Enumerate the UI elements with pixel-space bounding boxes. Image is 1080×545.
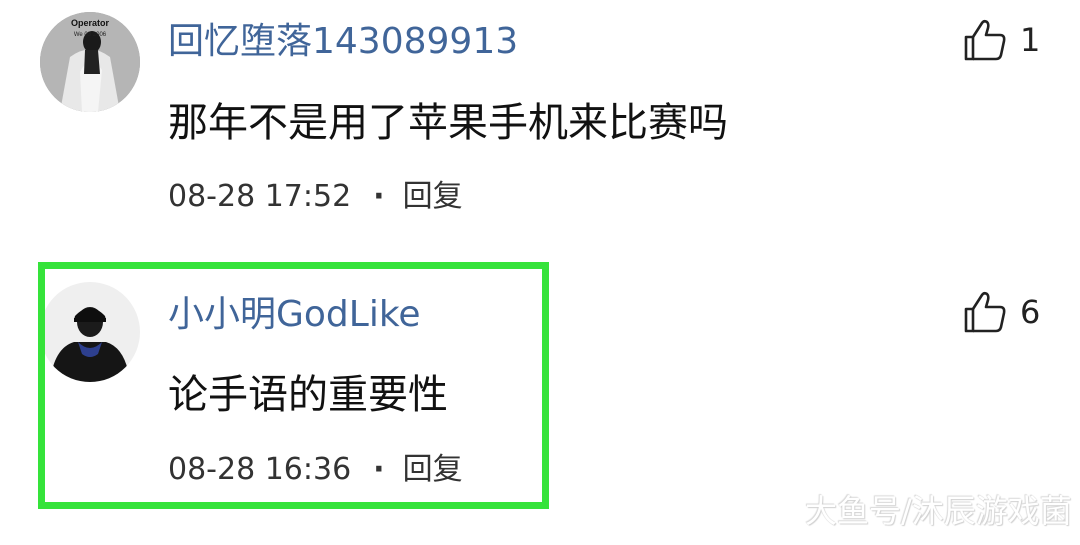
avatar-image: Operator We 03 2006 xyxy=(40,12,140,112)
separator-dot: · xyxy=(373,179,385,214)
comment-item: Operator We 03 2006 回忆堕落143089913 那年不是用了… xyxy=(0,0,1080,240)
comment-meta: 08-28 17:52 · 回复 xyxy=(168,182,463,212)
username[interactable]: 回忆堕落143089913 xyxy=(168,24,518,60)
avatar-text: Operator xyxy=(71,18,110,28)
reply-button[interactable]: 回复 xyxy=(403,179,463,214)
thumbs-up-icon xyxy=(964,19,1006,61)
like-button[interactable]: 1 xyxy=(962,15,1040,65)
like-count: 1 xyxy=(1020,21,1041,59)
avatar-subtext: We 03 2006 xyxy=(74,32,107,38)
like-button[interactable]: 6 xyxy=(962,287,1040,337)
highlight-box xyxy=(38,262,549,509)
comment-time: 08-28 17:52 xyxy=(168,179,352,214)
comment-text: 那年不是用了苹果手机来比赛吗 xyxy=(168,100,728,146)
watermark: 大鱼号/沐辰游戏菌 xyxy=(805,492,1072,530)
like-count: 6 xyxy=(1020,293,1041,331)
avatar[interactable]: Operator We 03 2006 xyxy=(40,12,140,112)
thumbs-up-icon xyxy=(964,291,1006,333)
